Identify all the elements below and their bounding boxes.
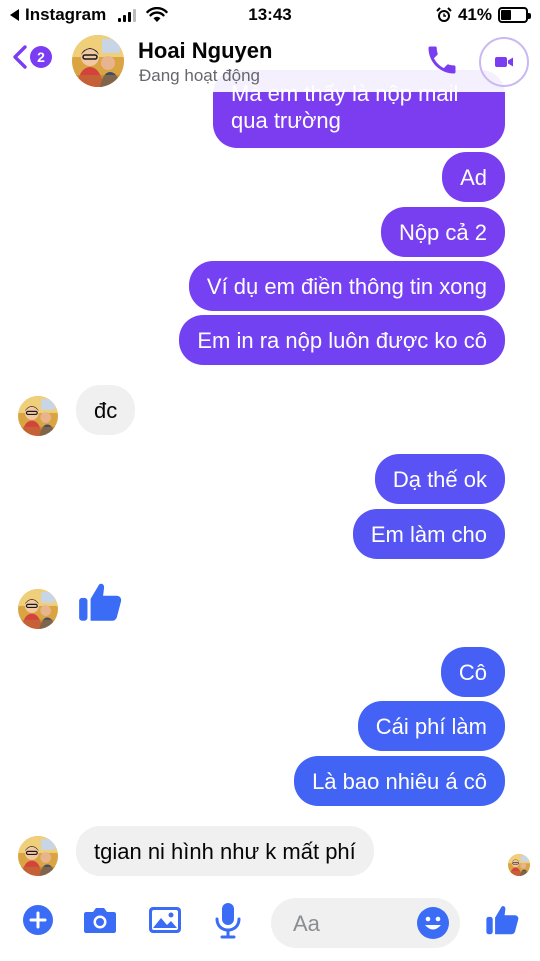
camera-icon[interactable] [82,904,118,941]
message-outgoing[interactable]: Ad [442,152,505,202]
message-outgoing[interactable]: Em làm cho [352,509,505,559]
message-outgoing[interactable]: Nộp cả 2 [380,207,505,257]
message-outgoing[interactable]: Cô [440,647,505,697]
emoji-icon[interactable] [416,906,450,945]
avatar[interactable] [18,396,58,436]
thumbs-up-icon[interactable] [76,576,126,633]
message-composer: Aa [0,890,540,961]
contact-status: Đang hoạt động [139,66,260,85]
message-incoming[interactable]: đc [76,385,136,435]
back-button[interactable]: 2 [12,44,52,70]
conversation-header: 2 Hoai Nguyen Đang hoạt động [0,30,540,92]
message-input-placeholder: Aa [293,911,320,936]
plus-icon[interactable] [22,904,54,941]
alarm-icon [436,7,452,22]
contact-name[interactable]: Hoai Nguyen [138,38,272,64]
message-incoming[interactable]: tgian ni hình như k mất phí [76,826,374,876]
image-icon[interactable] [148,904,182,941]
avatar[interactable] [18,589,58,629]
message-outgoing[interactable]: Cái phí làm [357,701,505,751]
message-outgoing[interactable]: Dạ thế ok [374,454,505,504]
phone-icon[interactable] [424,42,460,83]
thumbs-up-icon[interactable] [484,900,522,945]
avatar[interactable] [72,35,124,87]
message-input[interactable]: Aa [271,898,460,948]
battery-icon [498,7,531,23]
seen-receipt-avatar [508,854,530,876]
video-camera-icon [495,57,513,67]
avatar[interactable] [18,836,58,876]
microphone-icon[interactable] [214,902,242,945]
video-call-button[interactable] [479,37,529,87]
status-bar: Instagram 13:43 41% [0,0,540,30]
unread-badge: 2 [30,46,52,68]
message-outgoing[interactable]: Ví dụ em điền thông tin xong [188,261,505,311]
chevron-left-icon [13,45,27,69]
battery-percent: 41% [457,5,492,24]
message-outgoing[interactable]: Là bao nhiêu á cô [294,756,505,806]
message-outgoing[interactable]: Em in ra nộp luôn được ko cô [179,315,505,365]
